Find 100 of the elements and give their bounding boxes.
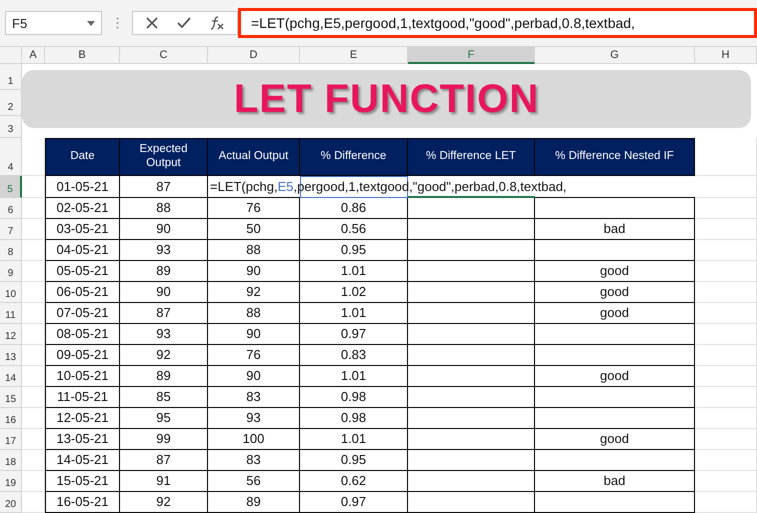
table-cell: 100	[208, 429, 300, 450]
table-cell: 0.98	[300, 408, 408, 429]
table-cell: 10-05-21	[45, 366, 120, 387]
table-cell: 15-05-21	[45, 471, 120, 492]
row-header[interactable]: 10	[0, 282, 22, 303]
table-cell: 88	[208, 303, 300, 324]
row-header[interactable]: 18	[0, 450, 22, 471]
table-cell: 93	[120, 240, 208, 261]
table-cell: 13-05-21	[45, 429, 120, 450]
row-header[interactable]: 3	[0, 116, 22, 138]
table-cell: 89	[208, 492, 300, 513]
table-cell: 90	[208, 261, 300, 282]
row-header[interactable]: 19	[0, 471, 22, 492]
table-cell: 08-05-21	[45, 324, 120, 345]
table-cell: 92	[208, 282, 300, 303]
row-header[interactable]: 14	[0, 366, 22, 387]
column-header[interactable]: B	[45, 47, 120, 64]
table-cell: 90	[120, 282, 208, 303]
row-header[interactable]: 6	[0, 198, 22, 219]
row-header[interactable]: 11	[0, 303, 22, 324]
table-cell: 1.01	[300, 261, 408, 282]
table-cell: 11-05-21	[45, 387, 120, 408]
table-cell: 83	[208, 387, 300, 408]
table-cell: 93	[120, 324, 208, 345]
row-header[interactable]: 16	[0, 408, 22, 429]
column-heading: Actual Output	[208, 138, 300, 176]
table-cell: 88	[120, 198, 208, 219]
table-cell: 90	[208, 366, 300, 387]
table-cell: 0.97	[300, 324, 408, 345]
column-header[interactable]: D	[208, 47, 300, 64]
table-cell: 0.95	[300, 450, 408, 471]
column-header[interactable]: H	[695, 47, 757, 64]
table-cell: 91	[120, 471, 208, 492]
table-cell: 92	[120, 492, 208, 513]
table-cell: 0.98	[300, 387, 408, 408]
table-cell: 88	[208, 240, 300, 261]
row-header[interactable]: 7	[0, 219, 22, 240]
table-cell: 03-05-21	[45, 219, 120, 240]
table-cell: 0.86	[300, 198, 408, 219]
column-header[interactable]: G	[535, 47, 695, 64]
column-heading: % Difference LET	[408, 138, 535, 176]
name-box[interactable]: F5	[5, 11, 102, 35]
formula-bar[interactable]: =LET(pchg,E5,pergood,1,textgood,"good",perbad,0.8,textbad,	[238, 8, 757, 38]
table-cell: 04-05-21	[45, 240, 120, 261]
row-header[interactable]: 4	[0, 138, 22, 176]
table-cell: 85	[120, 387, 208, 408]
table-cell: bad	[535, 219, 695, 240]
column-header[interactable]: F	[408, 47, 535, 64]
row-header[interactable]: 15	[0, 387, 22, 408]
row-header[interactable]: 20	[0, 492, 22, 513]
table-cell: 1.01	[300, 303, 408, 324]
table-cell: 87	[120, 176, 208, 198]
table-cell: 0.83	[300, 345, 408, 366]
table-cell: 76	[208, 198, 300, 219]
column-header[interactable]: C	[120, 47, 208, 64]
row-header[interactable]: 8	[0, 240, 22, 261]
table-cell: 0.97	[300, 492, 408, 513]
title: LET FUNCTION	[234, 76, 540, 122]
table-cell: 0.62	[300, 471, 408, 492]
table-cell: good	[535, 261, 695, 282]
table-cell: 1.01	[300, 366, 408, 387]
table-cell: 50	[208, 219, 300, 240]
table-cell: 06-05-21	[45, 282, 120, 303]
column-header[interactable]: A	[22, 47, 45, 64]
table-cell: 90	[120, 219, 208, 240]
table-cell: 87	[120, 303, 208, 324]
table-cell: 89	[120, 261, 208, 282]
table-cell: 01-05-21	[45, 176, 120, 198]
table-cell: bad	[535, 471, 695, 492]
table-cell: 92	[120, 345, 208, 366]
row-header[interactable]: 12	[0, 324, 22, 345]
table-cell: 99	[120, 429, 208, 450]
table-cell: 56	[208, 471, 300, 492]
row-header[interactable]: 13	[0, 345, 22, 366]
table-cell: 89	[120, 366, 208, 387]
table-cell: 95	[120, 408, 208, 429]
table-cell: 05-05-21	[45, 261, 120, 282]
table-cell: 83	[208, 450, 300, 471]
table-cell: 1.01	[300, 429, 408, 450]
table-cell: 1.02	[300, 282, 408, 303]
row-header[interactable]: 9	[0, 261, 22, 282]
table-cell: 12-05-21	[45, 408, 120, 429]
table-cell: good	[535, 282, 695, 303]
table-cell: good	[535, 303, 695, 324]
table-cell: good	[535, 366, 695, 387]
table-cell: 90	[208, 324, 300, 345]
row-header[interactable]: 2	[0, 90, 22, 116]
column-header[interactable]: E	[300, 47, 408, 64]
table-cell: 14-05-21	[45, 450, 120, 471]
row-header[interactable]: 17	[0, 429, 22, 450]
table-cell: 07-05-21	[45, 303, 120, 324]
row-header[interactable]: 5	[0, 176, 22, 198]
table-cell: 87	[120, 450, 208, 471]
column-heading: Expected Output	[120, 138, 208, 176]
table-cell: 93	[208, 408, 300, 429]
table-cell: good	[535, 429, 695, 450]
table-cell: 76	[208, 345, 300, 366]
table-cell: 16-05-21	[45, 492, 120, 513]
column-heading: % Difference	[300, 138, 408, 176]
row-header[interactable]: 1	[0, 64, 22, 90]
